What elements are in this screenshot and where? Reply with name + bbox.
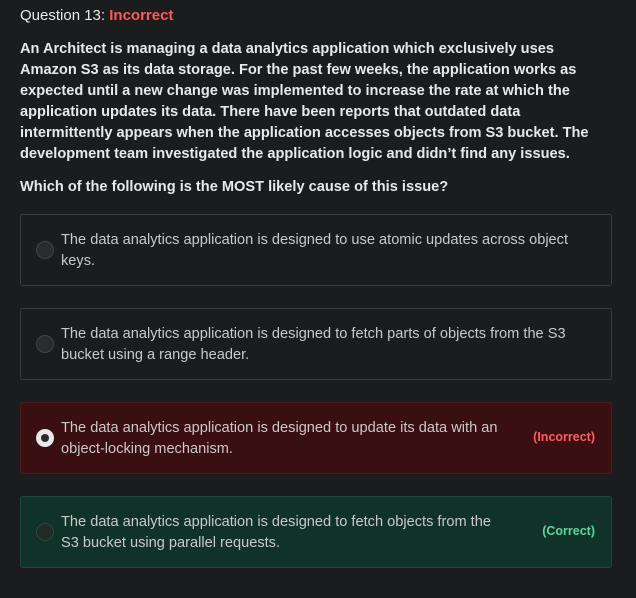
answer-option-1[interactable]: The data analytics application is design… — [20, 214, 612, 286]
correct-badge: (Correct) — [542, 524, 595, 538]
answer-option-2[interactable]: The data analytics application is design… — [20, 308, 612, 380]
answer-options: The data analytics application is design… — [20, 0, 614, 598]
radio-button-selected-icon[interactable] — [36, 429, 54, 447]
radio-button-icon[interactable] — [36, 241, 54, 259]
answer-option-text: The data analytics application is design… — [61, 420, 498, 457]
answer-option-text: The data analytics application is design… — [61, 326, 566, 363]
answer-option-text: The data analytics application is design… — [61, 232, 569, 269]
answer-option-3[interactable]: The data analytics application is design… — [20, 402, 612, 474]
answer-option-4[interactable]: The data analytics application is design… — [20, 496, 612, 568]
incorrect-badge: (Incorrect) — [533, 430, 595, 444]
radio-button-icon[interactable] — [36, 523, 54, 541]
answer-option-text: The data analytics application is design… — [61, 514, 491, 551]
radio-button-icon[interactable] — [36, 335, 54, 353]
